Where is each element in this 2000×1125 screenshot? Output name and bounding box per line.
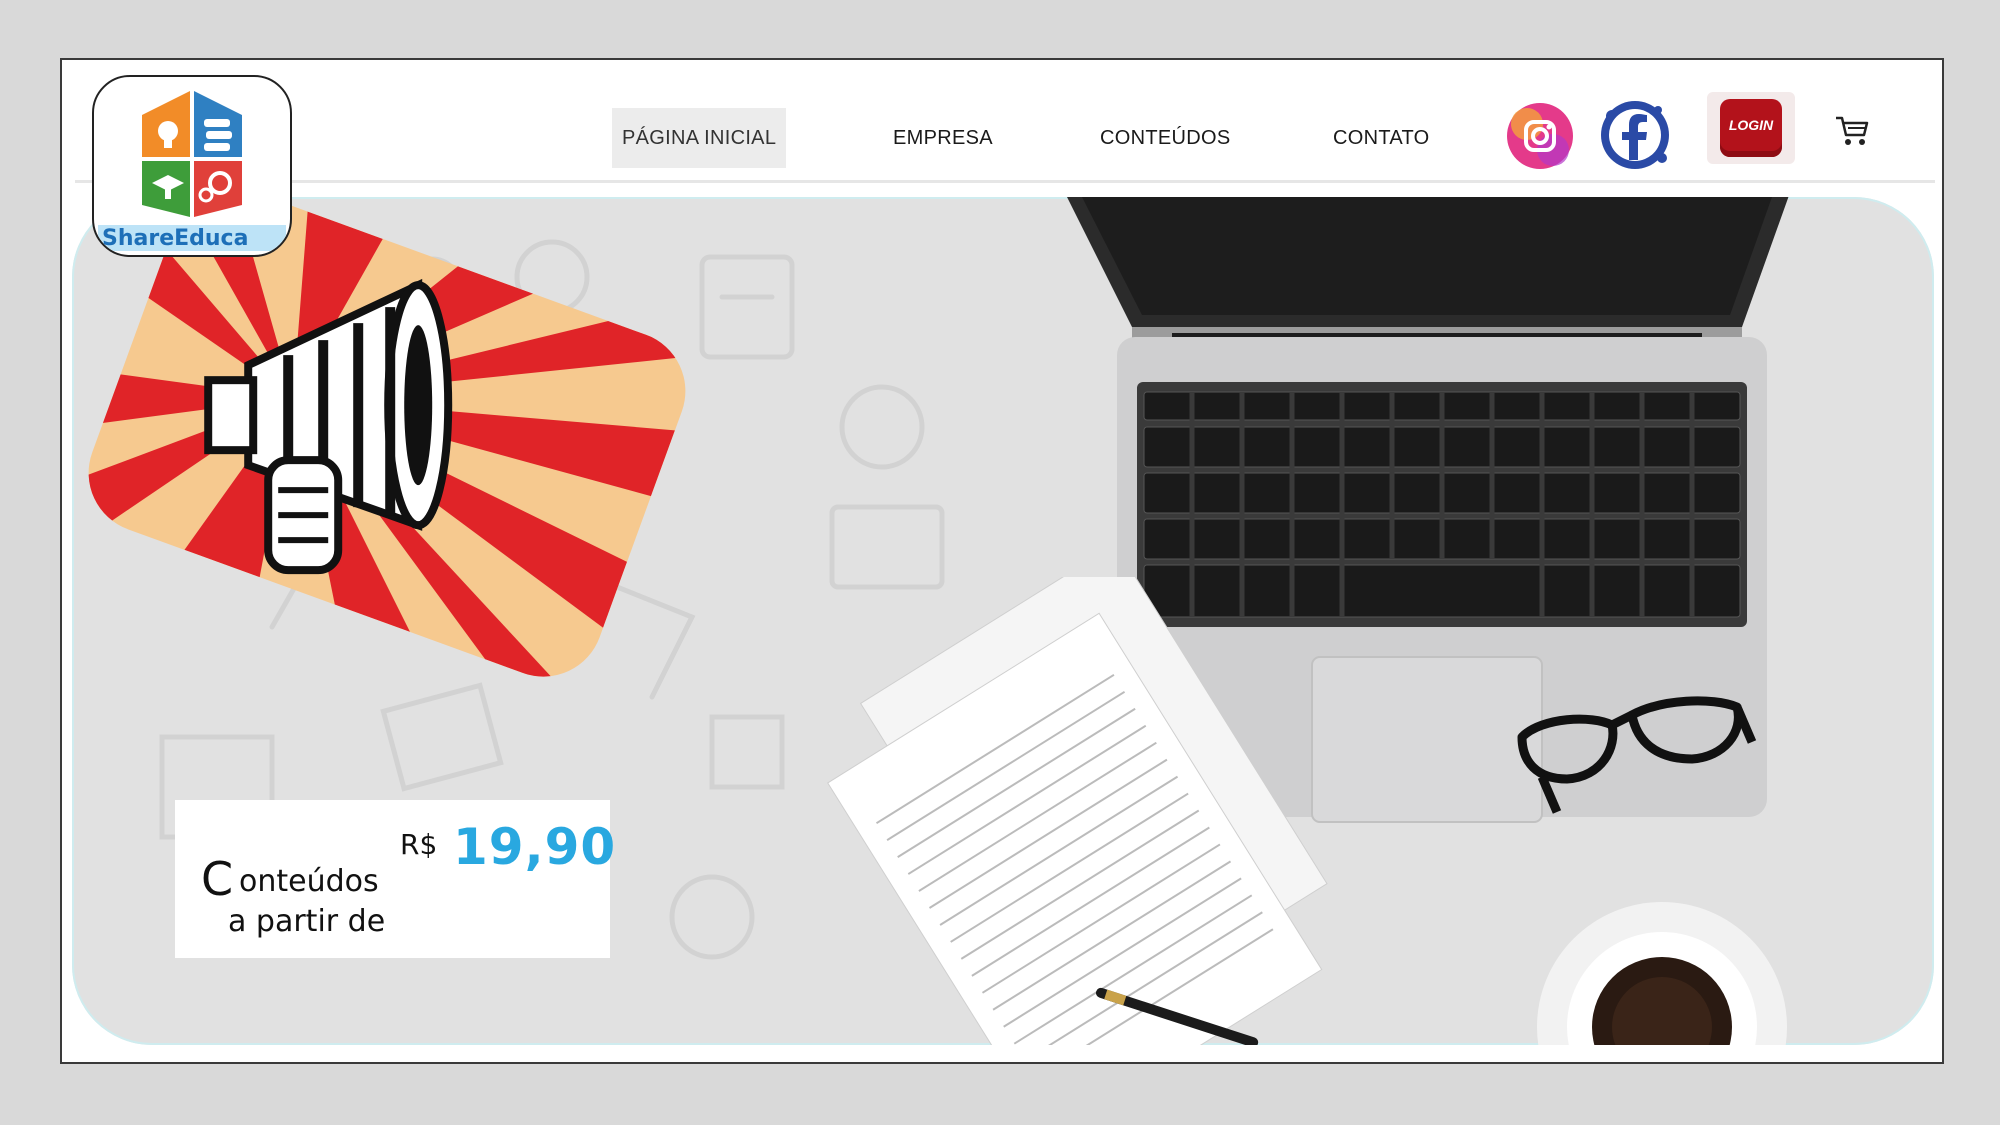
papers-image: [827, 577, 1328, 1045]
login-label: LOGIN: [1728, 117, 1774, 133]
promo-line2: a partir de: [228, 904, 386, 939]
main-nav: PÁGINA INICIAL EMPRESA CONTEÚDOS CONTATO: [0, 108, 2000, 168]
promo-line1: onteúdos: [239, 864, 379, 899]
site-logo[interactable]: ShareEduca: [92, 75, 292, 257]
promo-initial: C: [201, 852, 234, 906]
nav-item-pagina-inicial[interactable]: PÁGINA INICIAL: [612, 108, 787, 168]
promo-currency: R$: [400, 828, 438, 861]
promo-price: 19,90: [453, 818, 617, 876]
nav-item-conteudos[interactable]: CONTEÚDOS: [1100, 108, 1230, 168]
login-button[interactable]: LOGIN: [1707, 92, 1795, 164]
instagram-icon[interactable]: [1505, 98, 1575, 174]
logo-text: ShareEduca: [102, 226, 248, 251]
nav-item-contato[interactable]: CONTATO: [1333, 108, 1430, 168]
login-badge: LOGIN: [1720, 99, 1782, 157]
nav-item-empresa[interactable]: EMPRESA: [893, 108, 993, 168]
glasses-image: [1517, 696, 1757, 814]
coffee-cup-image: [1537, 902, 1787, 1045]
header-divider: [75, 180, 1935, 183]
price-promo-card[interactable]: C onteúdos a partir de R$ 19,90: [175, 800, 615, 958]
facebook-icon[interactable]: [1598, 94, 1672, 176]
cart-icon[interactable]: [1834, 115, 1870, 147]
